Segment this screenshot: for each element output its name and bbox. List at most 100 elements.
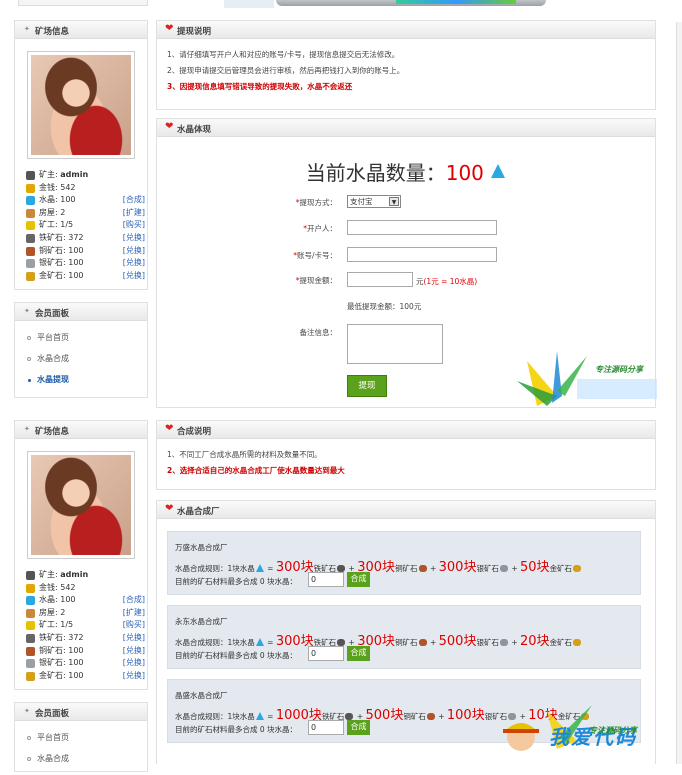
- stat-row: 矿主: admin: [25, 569, 147, 582]
- amount-input[interactable]: [347, 272, 413, 287]
- plus: +: [427, 564, 439, 573]
- menu-item[interactable]: 平台首页: [25, 327, 137, 348]
- stat-icon: [26, 571, 35, 580]
- factory-max: 目前的矿石材料最多合成 0 块水晶：: [175, 576, 297, 587]
- equals: =: [264, 638, 276, 647]
- mine-info-panel: ✦ 矿场信息 矿主: admin 金钱: 542 水晶: 100 [合成] 房屋: 2[…: [14, 20, 148, 290]
- mine-info-panel: ✦ 矿场信息 矿主: admin 金钱: 542 水晶: 100 [合成] 房屋: 2[…: [14, 420, 148, 690]
- stat-action-link[interactable]: [合成]: [123, 194, 145, 207]
- silver-ore-icon: [499, 639, 508, 646]
- stat-action-link[interactable]: [兑换]: [123, 645, 145, 658]
- stat-action-link[interactable]: [合成]: [123, 594, 145, 607]
- panel-header: ✦ 会员面板: [15, 703, 147, 721]
- stat-action-link[interactable]: [扩建]: [123, 207, 145, 220]
- stat-value: 2: [60, 607, 66, 617]
- stat-icon: [26, 583, 35, 593]
- stat-label: 金矿石:: [39, 670, 69, 680]
- stat-action-link[interactable]: [兑换]: [123, 270, 145, 283]
- stat-row: 矿主: admin: [25, 169, 147, 182]
- stat-action-link[interactable]: [兑换]: [123, 245, 145, 258]
- panel-header: ❤ 合成说明: [157, 421, 655, 439]
- tip-warning: 3、因提现信息填写错误导致的提现失败，水晶不会返还: [167, 82, 353, 91]
- page-scrollbar[interactable]: [676, 22, 682, 764]
- stat-icon: [26, 183, 35, 193]
- stat-action-link[interactable]: [兑换]: [123, 632, 145, 645]
- crystal-icon: [491, 164, 506, 178]
- panel-header: ✦ 矿场信息: [15, 421, 147, 439]
- stat-action-link[interactable]: [购买]: [123, 619, 145, 632]
- stat-label: 金矿石:: [39, 270, 69, 280]
- withdraw-form-panel: ❤ 水晶体现 当前水晶数量：100 *提现方式： 支付宝 ▼ *开户人： *账号/…: [156, 118, 657, 409]
- compose-button[interactable]: 合成: [347, 646, 370, 661]
- stat-icon: [26, 221, 35, 231]
- panel-title: 合成说明: [177, 427, 212, 437]
- member-menu: 平台首页水晶合成 水晶提现: [15, 321, 147, 396]
- factory-name: 万盛水晶合成厂: [175, 543, 228, 552]
- method-select[interactable]: 支付宝 ▼: [347, 195, 401, 208]
- remark-textarea[interactable]: [347, 324, 443, 364]
- stat-row: 金钱: 542: [25, 182, 147, 195]
- stat-label: 矿工:: [39, 220, 61, 230]
- holder-input[interactable]: [347, 220, 497, 235]
- compose-quantity-input[interactable]: 0: [308, 572, 344, 587]
- tip-line: 2、提现申请提交后管理员会进行审核，然后再把钱打入到你的账号上。: [167, 66, 405, 75]
- panel-title: 水晶合成厂: [177, 507, 220, 517]
- compose-quantity-input[interactable]: 0: [308, 646, 344, 661]
- arrow-icon: ✦: [24, 707, 30, 715]
- stat-action-link[interactable]: [兑换]: [123, 657, 145, 670]
- rule-prefix: 水晶合成规则：1块水晶: [175, 564, 255, 573]
- compose-quantity-input[interactable]: 0: [308, 720, 344, 735]
- crystal-icon: [255, 712, 264, 720]
- ore-name: 铜矿石: [395, 638, 418, 647]
- stat-action-link[interactable]: [兑换]: [123, 257, 145, 270]
- stat-value: 100: [60, 595, 76, 605]
- stat-action-link[interactable]: [购买]: [123, 219, 145, 232]
- chevron-down-icon[interactable]: ▼: [389, 197, 399, 206]
- menu-item[interactable]: 平台首页: [25, 727, 137, 748]
- compose-info-panel: ❤ 合成说明 1、不同工厂合成水晶所需的材料及数量不同。 2、选择合适自己的水晶…: [156, 420, 656, 490]
- bullet-icon: [27, 357, 31, 361]
- factories-panel: ❤ 水晶合成厂 万盛水晶合成厂 水晶合成规则：1块水晶 = 300块铁矿石 + 3…: [156, 500, 656, 764]
- bullet-icon: [28, 379, 31, 382]
- panel-header: ❤ 水晶合成厂: [157, 501, 655, 519]
- stat-action-link[interactable]: [兑换]: [123, 232, 145, 245]
- stat-value: 2: [60, 207, 66, 217]
- plus: +: [508, 564, 521, 573]
- stat-row: 矿工: 1/5 [购买]: [25, 619, 147, 632]
- submit-withdraw-button[interactable]: 提现: [347, 375, 387, 397]
- stat-value: admin: [60, 170, 89, 179]
- silver-ore-icon: [499, 565, 508, 572]
- ore-amount: 300块: [438, 560, 477, 575]
- ore-amount: 20块: [520, 634, 550, 649]
- bullet-icon: [27, 757, 31, 761]
- stat-label: 金钱:: [39, 582, 61, 592]
- panel-title: 提现说明: [177, 27, 212, 37]
- stat-label: 矿工:: [39, 620, 61, 630]
- account-input[interactable]: [347, 247, 497, 262]
- menu-item[interactable]: 水晶合成: [25, 348, 137, 369]
- compose-button[interactable]: 合成: [347, 572, 370, 587]
- compose-button[interactable]: 合成: [347, 720, 370, 735]
- avatar: [27, 451, 135, 559]
- menu-item[interactable]: 水晶合成: [25, 748, 137, 769]
- ore-amount: 500块: [438, 634, 477, 649]
- stat-icon: [26, 671, 35, 681]
- watermark-text: 专注源码分享: [589, 726, 637, 735]
- factory-name: 晶盛水晶合成厂: [175, 691, 228, 700]
- ore-name: 铜矿石: [403, 712, 426, 721]
- panel-header: ❤ 水晶体现: [157, 119, 655, 137]
- menu-item[interactable]: 水晶提现: [25, 369, 137, 390]
- top-logo-stripe: [396, 0, 516, 4]
- amount-label: *提现金额：: [295, 276, 337, 285]
- max-prefix: 目前的矿石材料最多合成: [175, 577, 260, 586]
- stat-action-link[interactable]: [扩建]: [123, 607, 145, 620]
- watermark-logo: 专注源码分享: [517, 351, 657, 409]
- stat-icon: [26, 596, 35, 606]
- factory-card: 永东水晶合成厂 水晶合成规则：1块水晶 = 300块铁矿石 + 300块铜矿石 +…: [167, 605, 641, 669]
- bullet-icon: [27, 736, 31, 740]
- menu-item-label: 平台首页: [37, 333, 69, 342]
- avatar: [27, 51, 135, 159]
- stat-action-link[interactable]: [兑换]: [123, 670, 145, 683]
- iron-ore-icon: [337, 565, 346, 572]
- stat-label: 铜矿石:: [39, 245, 69, 255]
